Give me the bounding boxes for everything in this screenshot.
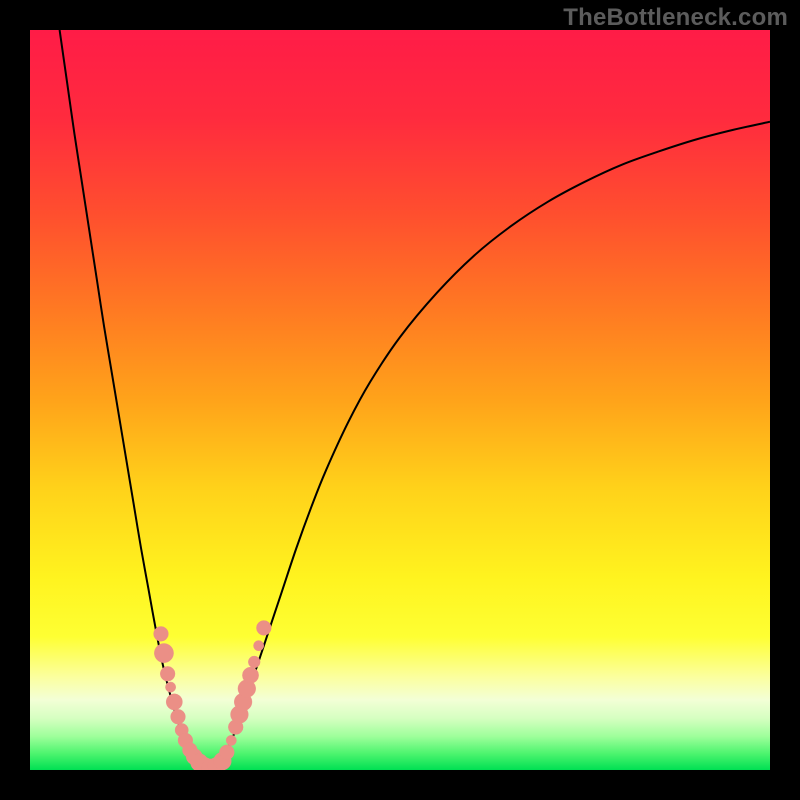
data-marker: [219, 745, 234, 760]
data-marker: [253, 641, 263, 651]
data-marker: [166, 694, 182, 710]
data-marker: [256, 621, 271, 636]
data-marker: [160, 666, 175, 681]
data-markers: [154, 621, 272, 770]
data-marker: [165, 682, 175, 692]
plot-area: [30, 30, 770, 770]
data-marker: [154, 626, 169, 641]
data-marker: [248, 656, 260, 668]
data-marker: [226, 735, 236, 745]
chart-svg: [30, 30, 770, 770]
data-marker: [242, 667, 258, 683]
data-marker: [154, 643, 173, 662]
chart-frame: TheBottleneck.com: [0, 0, 800, 800]
data-marker: [171, 709, 186, 724]
watermark-text: TheBottleneck.com: [563, 4, 788, 32]
